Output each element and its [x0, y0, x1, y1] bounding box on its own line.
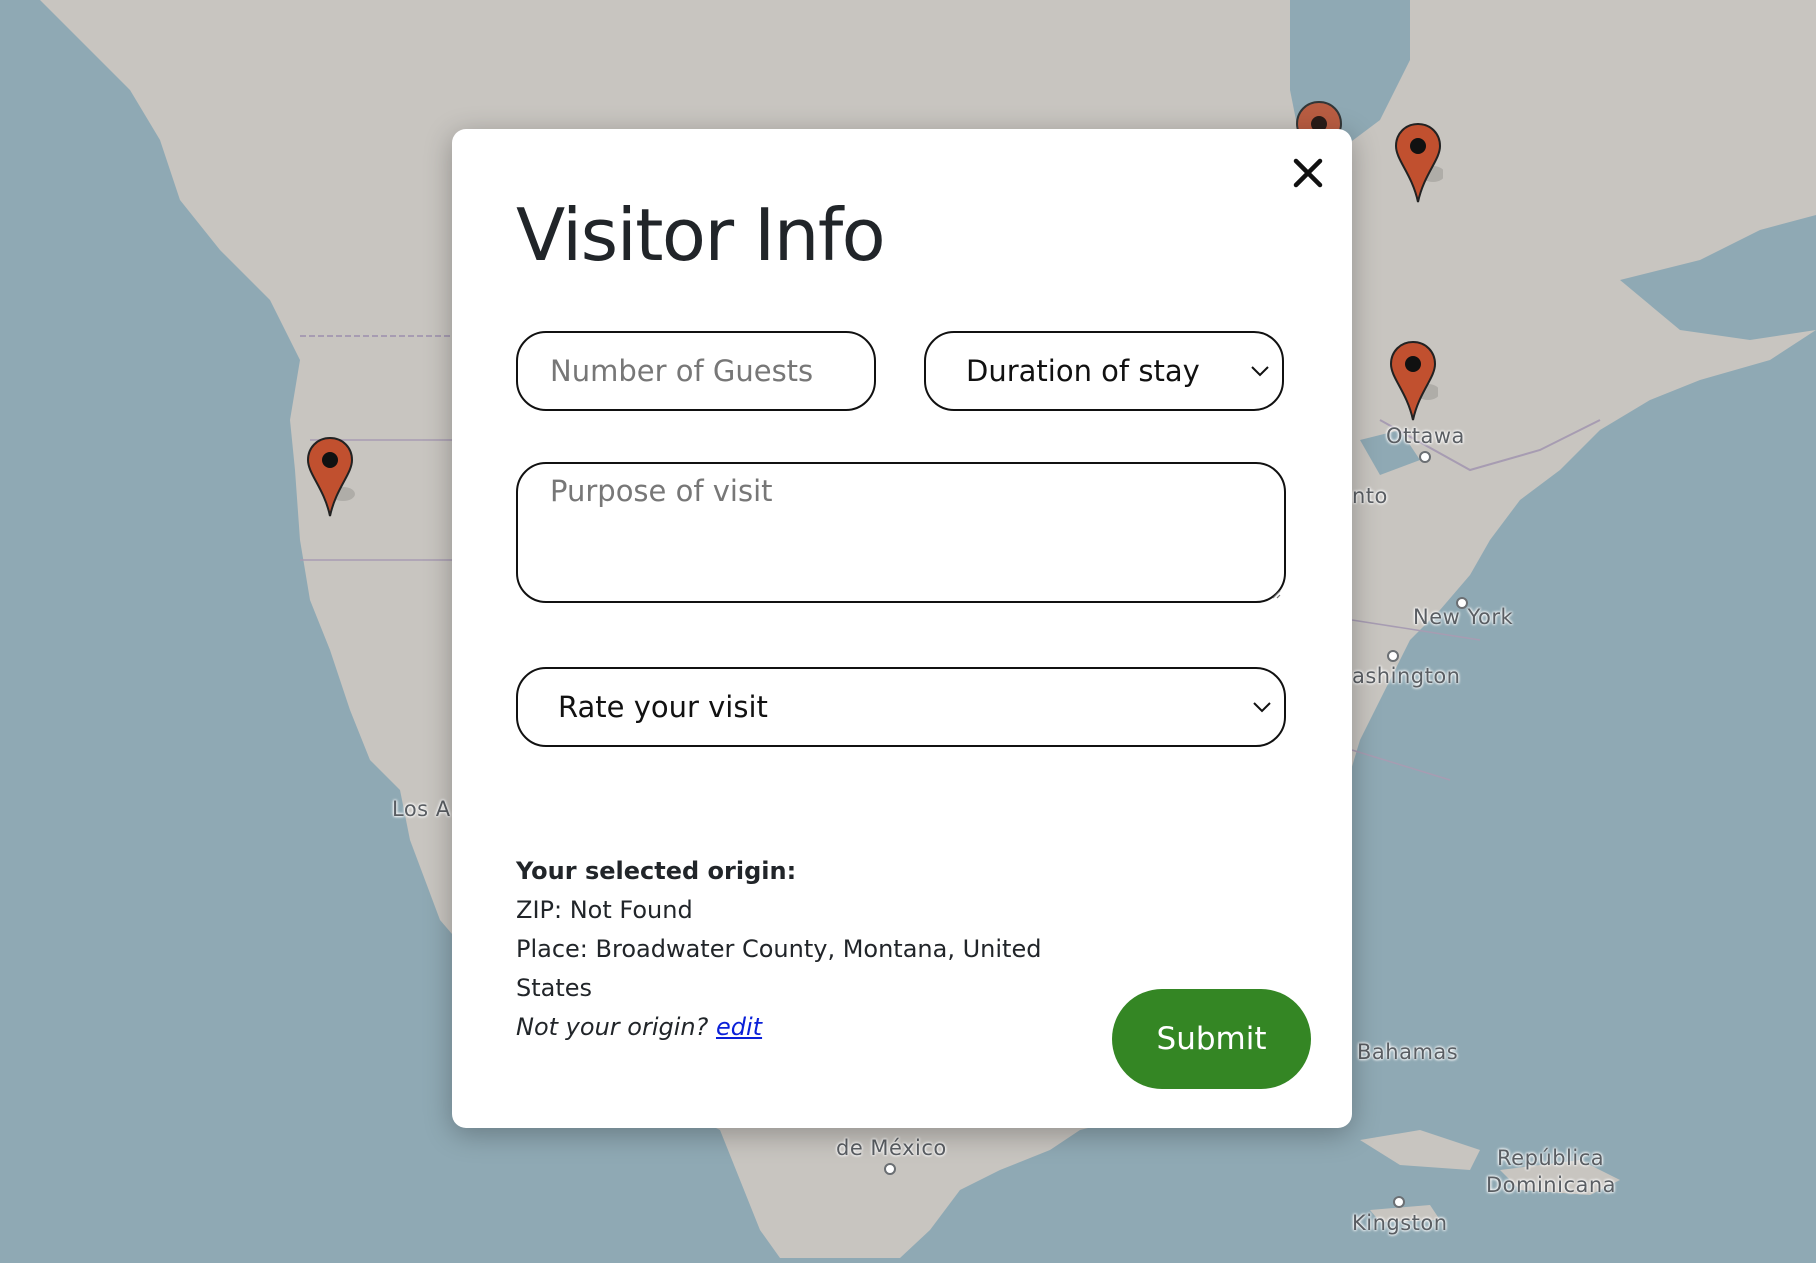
- resize-grip-icon[interactable]: [1271, 589, 1281, 599]
- city-dot: [1387, 650, 1399, 662]
- number-of-guests-input[interactable]: [516, 331, 876, 411]
- purpose-of-visit-textarea[interactable]: [516, 462, 1286, 603]
- city-dot: [1393, 1196, 1405, 1208]
- origin-zip: ZIP: Not Found: [516, 896, 693, 924]
- rating-selected-value: Rate your visit: [558, 690, 768, 724]
- map-marker-icon[interactable]: [1388, 340, 1438, 422]
- duration-select-box[interactable]: Duration of stay: [924, 331, 1284, 411]
- map-label-bahamas: Bahamas: [1357, 1040, 1459, 1064]
- duration-of-stay-select[interactable]: Duration of stay: [924, 331, 1284, 411]
- duration-selected-value: Duration of stay: [966, 354, 1200, 388]
- origin-heading: Your selected origin:: [516, 857, 797, 885]
- chevron-down-icon: [1251, 366, 1269, 377]
- rating-select-box[interactable]: Rate your visit: [516, 667, 1286, 747]
- close-button[interactable]: [1288, 153, 1328, 193]
- selected-origin-info: Your selected origin: ZIP: Not Found Pla…: [516, 852, 1056, 1047]
- map-label-toronto: nto: [1352, 484, 1388, 508]
- city-dot: [884, 1163, 896, 1175]
- visitor-info-modal: Visitor Info Duration of stay Rate your …: [452, 129, 1352, 1128]
- origin-prompt: Not your origin?: [516, 1013, 709, 1041]
- origin-place: Place: Broadwater County, Montana, Unite…: [516, 935, 1042, 1002]
- map-label-mexico-city: de México: [836, 1136, 947, 1160]
- edit-origin-link[interactable]: edit: [716, 1013, 762, 1041]
- submit-button[interactable]: Submit: [1112, 989, 1311, 1089]
- origin-edit-row: Not your origin? edit: [516, 1008, 1056, 1047]
- map-label-kingston: Kingston: [1352, 1211, 1448, 1235]
- map-label-washington: ashington: [1352, 664, 1461, 688]
- modal-title: Visitor Info: [516, 193, 886, 277]
- map-label-ottawa: Ottawa: [1386, 424, 1465, 448]
- map-label-new-york: New York: [1413, 605, 1514, 629]
- map-label-dominicana: Dominicana: [1486, 1173, 1617, 1197]
- chevron-down-icon: [1253, 702, 1271, 713]
- map-label-los-angeles: Los A: [392, 797, 451, 821]
- close-icon: [1293, 158, 1323, 188]
- map-marker-icon[interactable]: [1393, 122, 1443, 204]
- map-marker-icon[interactable]: [305, 436, 355, 518]
- map-label-republica: República: [1497, 1146, 1605, 1170]
- city-dot: [1419, 451, 1431, 463]
- rate-your-visit-select[interactable]: Rate your visit: [516, 667, 1286, 747]
